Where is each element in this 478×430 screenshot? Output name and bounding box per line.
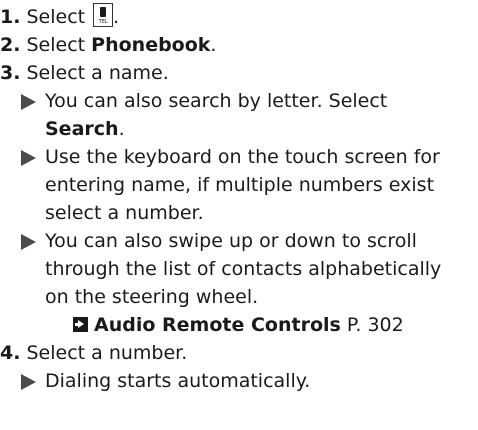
substep-search: You can also search by letter. Select Se… — [0, 87, 478, 143]
substep-text-end: . — [118, 118, 125, 140]
step-number: 4. — [0, 342, 21, 364]
phone-icon: TEL — [93, 3, 114, 27]
arrow-right-icon — [21, 234, 36, 250]
substep-line: You can also swipe up or down to scroll — [45, 230, 417, 252]
substep-line: entering name, if multiple numbers exist — [45, 174, 435, 196]
cross-reference[interactable]: Audio Remote Controls P. 302 — [0, 311, 478, 339]
step-text-end: . — [210, 34, 217, 56]
step-number: 1. — [0, 6, 21, 28]
phone-icon-label: TEL — [98, 19, 108, 25]
substep-line: select a number. — [45, 202, 204, 224]
step-text-end: . — [113, 6, 120, 28]
step-text: Select a name. — [26, 62, 169, 84]
search-label: Search — [45, 118, 119, 140]
substep-swipe: You can also swipe up or down to scroll … — [0, 227, 478, 311]
step-text: Select — [26, 34, 92, 56]
step-number: 2. — [0, 34, 21, 56]
instruction-document: 1. Select TEL. 2. Select Phonebook. 3. S… — [0, 0, 478, 430]
reference-page[interactable]: P. 302 — [347, 314, 404, 336]
substep-keyboard: Use the keyboard on the touch screen for… — [0, 143, 478, 227]
step-4: 4. Select a number. — [0, 339, 478, 367]
substep-line: Use the keyboard on the touch screen for — [45, 146, 440, 168]
step-text: Select a number. — [26, 342, 188, 364]
substep-dialing: Dialing starts automatically. — [0, 367, 478, 395]
step-text: Select — [26, 6, 92, 28]
step-3: 3. Select a name. — [0, 59, 478, 87]
step-1: 1. Select TEL. — [0, 3, 478, 31]
substep-line: on the steering wheel. — [45, 286, 259, 308]
substep-line: You can also search by letter. Select — [45, 90, 388, 112]
substep-line: Dialing starts automatically. — [45, 370, 311, 392]
reference-title[interactable]: Audio Remote Controls — [94, 314, 341, 336]
substep-line: through the list of contacts alphabetica… — [45, 258, 442, 280]
arrow-right-icon — [21, 94, 36, 110]
phonebook-label: Phonebook — [91, 34, 211, 56]
reference-arrow-icon — [73, 317, 88, 332]
arrow-right-icon — [21, 374, 36, 390]
step-number: 3. — [0, 62, 21, 84]
arrow-right-icon — [21, 150, 36, 166]
step-2: 2. Select Phonebook. — [0, 31, 478, 59]
